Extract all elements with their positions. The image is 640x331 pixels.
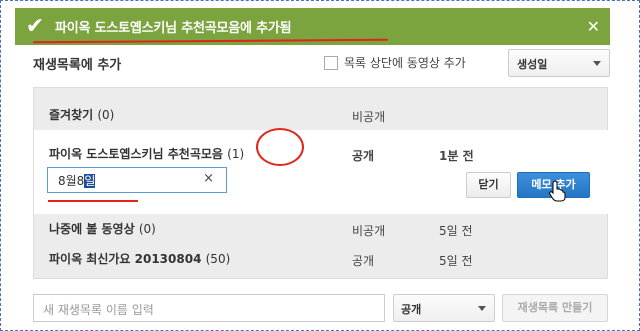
playlist-name: 파이옥 도스토옙스키님 추천곡모음 (1) <box>49 147 245 161</box>
playlist-time: 5일 전 <box>439 254 473 268</box>
add-to-top-label: 목록 상단에 동영상 추가 <box>344 56 466 70</box>
playlist-privacy: 공개 <box>352 149 375 163</box>
playlist-time: 1분 전 <box>439 149 474 163</box>
create-playlist-button[interactable]: 재생목록 만들기 <box>502 294 608 322</box>
sort-select[interactable]: 생성일 <box>508 49 610 77</box>
playlist-name: 즐겨찾기 (0) <box>49 108 115 122</box>
playlist-row-latest[interactable]: 파이옥 최신가요 20130804 (50) 공개 5일 전 <box>34 246 609 278</box>
hand-cursor-icon <box>549 180 566 202</box>
privacy-select-value: 공개 <box>401 303 422 316</box>
red-annotation-circle <box>256 128 304 166</box>
red-annotation-underline <box>48 200 138 202</box>
playlist-privacy: 공개 <box>352 254 375 268</box>
close-button[interactable]: 닫기 <box>466 172 511 198</box>
dialog-title: 재생목록에 추가 <box>33 58 122 73</box>
add-to-top-option[interactable]: 목록 상단에 동영상 추가 <box>324 54 466 71</box>
playlist-name: 파이옥 최신가요 20130804 (50) <box>49 252 231 266</box>
memo-input[interactable]: 8월8일 × <box>47 167 227 193</box>
new-playlist-input[interactable]: 새 재생목록 이름 입력 <box>33 294 385 322</box>
privacy-select[interactable]: 공개 <box>393 294 495 322</box>
playlist-name: 나중에 볼 동영상 (0) <box>49 222 156 236</box>
playlist-privacy: 비공개 <box>352 110 386 124</box>
checkmark-icon: ✔ <box>25 14 45 39</box>
playlist-row-favorites[interactable]: 즐겨찾기 (0) 비공개 <box>34 88 609 130</box>
clear-icon[interactable]: × <box>203 171 214 186</box>
playlist-privacy: 비공개 <box>352 224 386 238</box>
playlist-time: 5일 전 <box>439 224 473 238</box>
add-to-top-checkbox[interactable] <box>324 55 338 70</box>
chevron-down-icon <box>593 61 601 66</box>
playlist-list: 즐겨찾기 (0) 비공개 파이옥 도스토옙스키님 추천곡모음 (1) 공개 1분… <box>33 87 609 279</box>
close-icon[interactable]: ✕ <box>587 17 600 36</box>
sort-select-value: 생성일 <box>517 58 548 71</box>
playlist-row-watch-later[interactable]: 나중에 볼 동영상 (0) 비공개 5일 전 <box>34 214 609 246</box>
playlist-row-selected[interactable]: 파이옥 도스토옙스키님 추천곡모음 (1) 공개 1분 전 8월8일 × 닫기 … <box>34 128 609 214</box>
notification-message: 파이옥 도스토옙스키님 추천곡모음에 추가됨 <box>55 21 292 36</box>
chevron-down-icon <box>478 306 486 311</box>
